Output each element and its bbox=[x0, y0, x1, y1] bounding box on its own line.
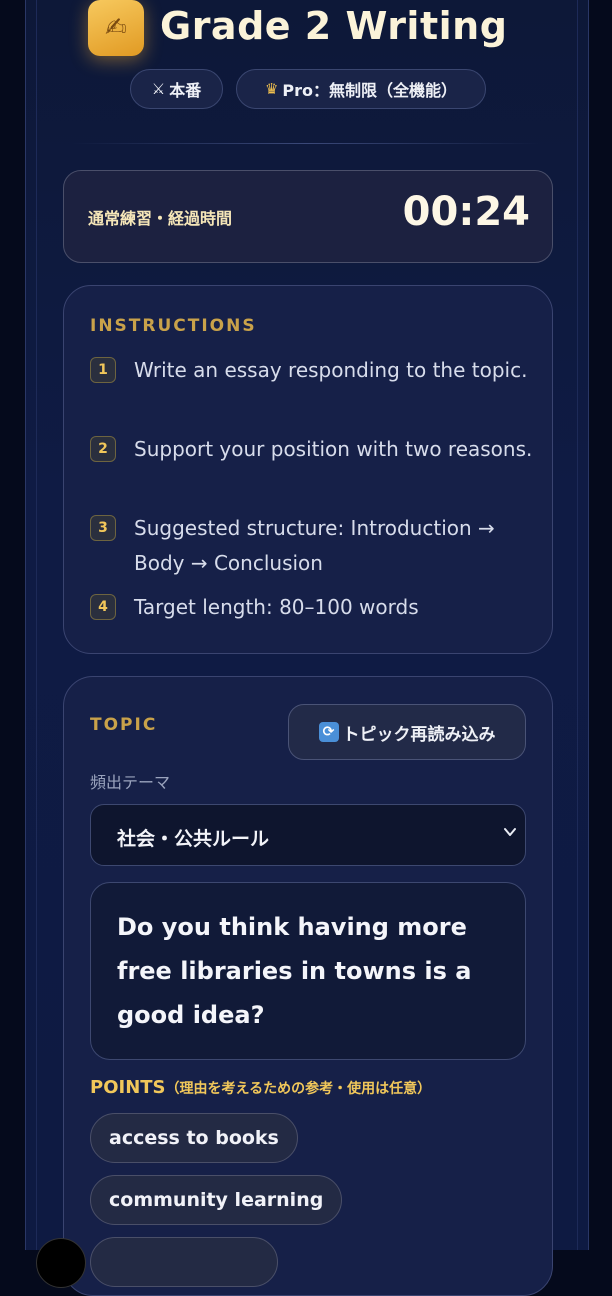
points-heading-text: POINTS bbox=[90, 1077, 166, 1098]
question-text: Do you think having more free libraries … bbox=[117, 913, 472, 1029]
points-heading: POINTS（理由を考えるための参考・使用は任意） bbox=[90, 1077, 431, 1098]
crossed-swords-icon: ⚔ bbox=[151, 80, 166, 98]
step-number-badge: 3 bbox=[90, 515, 116, 541]
instruction-text: Target length: 80–100 words bbox=[134, 595, 419, 619]
chevron-down-icon bbox=[504, 828, 516, 836]
point-chip[interactable]: community learning bbox=[90, 1175, 343, 1225]
instructions-card: INSTRUCTIONS 1 Write an essay responding… bbox=[63, 285, 553, 654]
theme-caption: 頻出テーマ bbox=[90, 773, 171, 792]
theme-select[interactable]: 社会・公共ルール bbox=[90, 804, 526, 866]
timer-value: 00:24 bbox=[402, 189, 530, 235]
header-divider bbox=[70, 143, 542, 144]
point-chip[interactable]: access to books bbox=[90, 1113, 298, 1163]
mode-label: 本番 bbox=[169, 81, 202, 100]
topic-heading: TOPIC bbox=[90, 715, 158, 735]
reload-topic-button[interactable]: ⟳ トピック再読み込み bbox=[288, 704, 526, 760]
theme-select-value: 社会・公共ルール bbox=[117, 828, 270, 850]
point-chip[interactable] bbox=[90, 1237, 278, 1287]
writing-hand-icon: ✍ bbox=[88, 0, 144, 56]
topic-card: TOPIC ⟳ トピック再読み込み 頻出テーマ 社会・公共ルール Do you … bbox=[63, 676, 553, 1296]
crown-icon: ♛ bbox=[264, 80, 279, 98]
step-number-badge: 4 bbox=[90, 594, 116, 620]
mode-badge[interactable]: ⚔ 本番 bbox=[130, 69, 223, 109]
instruction-text: Write an essay responding to the topic. bbox=[134, 358, 528, 382]
floating-action-button[interactable] bbox=[36, 1238, 86, 1288]
instructions-heading: INSTRUCTIONS bbox=[90, 316, 257, 336]
timer-card: 通常練習・経過時間 00:24 bbox=[63, 170, 553, 263]
instruction-text: Suggested structure: Introduction → Body… bbox=[134, 516, 495, 575]
plan-label: Pro：無制限（全機能） bbox=[282, 81, 458, 100]
app-title: Grade 2 Writing bbox=[160, 4, 508, 48]
points-note: （理由を考えるための参考・使用は任意） bbox=[165, 1081, 432, 1097]
instruction-text: Support your position with two reasons. bbox=[134, 437, 533, 461]
reload-icon: ⟳ bbox=[318, 722, 339, 742]
plan-badge[interactable]: ♛ Pro：無制限（全機能） bbox=[236, 69, 486, 109]
question-box: Do you think having more free libraries … bbox=[90, 882, 526, 1060]
step-number-badge: 2 bbox=[90, 436, 116, 462]
step-number-badge: 1 bbox=[90, 357, 116, 383]
reload-topic-label: トピック再読み込み bbox=[342, 724, 496, 745]
timer-label: 通常練習・経過時間 bbox=[88, 209, 233, 228]
